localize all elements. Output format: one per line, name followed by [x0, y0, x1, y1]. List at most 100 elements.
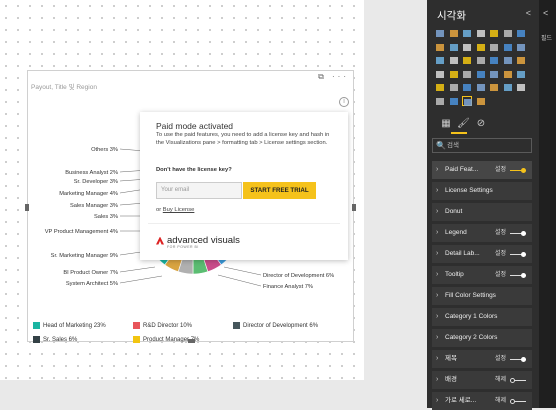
visual-type-icon[interactable]	[462, 82, 472, 92]
visual-type-icon[interactable]	[516, 28, 526, 38]
toggle-switch[interactable]	[510, 378, 526, 383]
visual-type-icon[interactable]	[476, 82, 486, 92]
visual-type-icon[interactable]	[435, 82, 445, 92]
format-card-4[interactable]: › Detail Lab... 설정	[432, 245, 532, 263]
resize-handle[interactable]	[188, 339, 195, 343]
resize-handle[interactable]	[25, 204, 29, 211]
visual-type-icon[interactable]	[489, 55, 499, 65]
toggle-switch[interactable]	[510, 252, 526, 257]
format-card-6[interactable]: › Fill Color Settings	[432, 287, 532, 305]
page-tabs-bar	[0, 382, 427, 408]
visual-type-icon[interactable]	[462, 42, 472, 52]
detail-label: Others 3%	[91, 147, 118, 153]
chevron-right-icon: ›	[436, 292, 439, 299]
format-card-3[interactable]: › Legend 설정	[432, 224, 532, 242]
detail-label: Sales Manager 3%	[70, 203, 118, 209]
visual-type-icon[interactable]	[503, 55, 513, 65]
chevron-right-icon: ›	[436, 166, 439, 173]
format-card-label: 제목	[445, 355, 457, 362]
visual-type-icon[interactable]	[449, 42, 459, 52]
email-input[interactable]: Your email	[156, 182, 242, 199]
leader-line	[119, 266, 156, 273]
visual-type-icon[interactable]	[449, 55, 459, 65]
expand-fields-icon[interactable]: <	[543, 8, 548, 18]
format-card-label: Category 1 Colors	[445, 313, 498, 320]
visual-type-icon[interactable]	[435, 28, 445, 38]
legend-swatch	[133, 322, 140, 329]
pane-title: 시각화	[437, 10, 466, 22]
format-card-9[interactable]: › 제목 설정	[432, 350, 532, 368]
format-card-5[interactable]: › Tooltip 설정	[432, 266, 532, 284]
search-input[interactable]: 🔍 검색	[432, 138, 532, 153]
format-card-11[interactable]: › 가로 세로... 해제	[432, 392, 532, 410]
visual-type-icon[interactable]	[462, 55, 472, 65]
visual-type-icon[interactable]	[435, 96, 445, 106]
report-canvas: Payout, Title 및 Region ⧉ ··· i Others 3%…	[0, 0, 427, 408]
legend-swatch	[233, 322, 240, 329]
buy-license-row: or Buy License	[156, 207, 194, 213]
legend-item: R&D Director 10%	[133, 322, 192, 329]
visual-type-icon[interactable]	[435, 69, 445, 79]
visual-type-icon[interactable]	[462, 69, 472, 79]
legend-item: Director of Development 6%	[233, 322, 318, 329]
chevron-right-icon: ›	[436, 271, 439, 278]
visual-type-icon[interactable]	[516, 69, 526, 79]
toggle-switch[interactable]	[510, 231, 526, 236]
visual-type-icon[interactable]	[503, 82, 513, 92]
detail-label: System Architect 5%	[66, 281, 118, 287]
legend-label: R&D Director 10%	[143, 322, 193, 329]
visual-type-icon[interactable]	[449, 96, 459, 106]
visual-type-icon[interactable]	[516, 82, 526, 92]
visual-type-icon[interactable]	[503, 28, 513, 38]
toggle-switch[interactable]	[510, 399, 526, 404]
visual-type-icon[interactable]	[476, 55, 486, 65]
visual-type-icon[interactable]	[503, 42, 513, 52]
search-icon: 🔍	[436, 141, 446, 150]
detail-label: Director of Development 6%	[263, 273, 334, 279]
visual-type-icon[interactable]	[449, 28, 459, 38]
format-card-8[interactable]: › Category 2 Colors	[432, 329, 532, 347]
format-card-1[interactable]: › License Settings	[432, 182, 532, 200]
visual-type-icon[interactable]	[489, 42, 499, 52]
popup-question: Don't have the license key?	[156, 167, 232, 173]
visual-type-icon[interactable]	[516, 55, 526, 65]
visual-type-icon[interactable]	[476, 96, 486, 106]
toggle-switch[interactable]	[510, 168, 526, 173]
detail-label: Business Analyst 2%	[65, 170, 118, 176]
visual-type-icon[interactable]	[476, 42, 486, 52]
toggle-switch[interactable]	[510, 273, 526, 278]
visual-type-icon[interactable]	[489, 82, 499, 92]
visual-type-icon[interactable]	[435, 42, 445, 52]
legend-swatch	[33, 336, 40, 343]
chevron-right-icon: ›	[436, 313, 439, 320]
collapse-pane-icon[interactable]: <	[526, 8, 531, 18]
analytics-tab-icon[interactable]: ⊘	[475, 118, 487, 130]
format-card-0[interactable]: › Paid Feat... 설정	[432, 161, 532, 179]
format-card-7[interactable]: › Category 1 Colors	[432, 308, 532, 326]
fields-tab-icon[interactable]: ▦	[440, 118, 452, 130]
brand-subtitle: FOR POWER BI	[167, 245, 199, 249]
toggle-switch[interactable]	[510, 357, 526, 362]
popup-body: To use the paid features, you need to ad…	[156, 132, 330, 146]
visual-type-icon[interactable]	[449, 82, 459, 92]
format-card-10[interactable]: › 배경 해제	[432, 371, 532, 389]
visual-type-icon[interactable]	[476, 28, 486, 38]
fields-label[interactable]: 필드	[541, 36, 553, 42]
visual-type-icon[interactable]	[489, 28, 499, 38]
visual-type-icon[interactable]	[476, 69, 486, 79]
visual-type-icon[interactable]	[435, 55, 445, 65]
resize-handle[interactable]	[352, 204, 356, 211]
visual-type-icon[interactable]	[516, 42, 526, 52]
detail-label: Marketing Manager 4%	[59, 191, 118, 197]
buy-license-link[interactable]: Buy License	[163, 207, 195, 213]
visual-type-icon[interactable]	[489, 69, 499, 79]
start-free-trial-button[interactable]: START FREE TRIAL	[243, 182, 316, 199]
visual-type-icon[interactable]	[462, 95, 472, 106]
popup-title: Paid mode activated	[156, 121, 234, 131]
visual-type-icon[interactable]	[503, 69, 513, 79]
visual-type-icon[interactable]	[462, 28, 472, 38]
format-tab-icon[interactable]: 🖌	[457, 118, 470, 130]
visual-type-icon[interactable]	[449, 69, 459, 79]
format-card-2[interactable]: › Donut	[432, 203, 532, 221]
format-card-label: Fill Color Settings	[445, 292, 496, 299]
